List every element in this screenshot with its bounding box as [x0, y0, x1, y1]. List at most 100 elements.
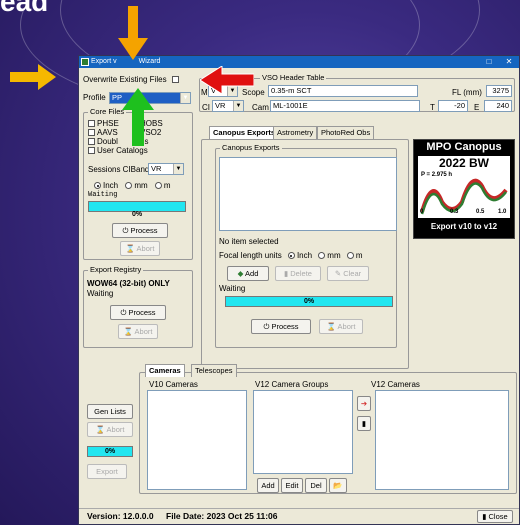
camera-add-button[interactable]: Add: [257, 478, 279, 493]
v12-cameras-list[interactable]: [375, 390, 509, 490]
t-label: T: [430, 103, 435, 112]
fl-field[interactable]: 3275: [486, 85, 512, 97]
core-progress-text: 0%: [132, 211, 143, 218]
clear-icon: ✎: [334, 269, 342, 278]
logo-tick: 1.0: [498, 209, 507, 215]
overwrite-label: Overwrite Existing Files: [83, 75, 167, 84]
tab-astrometry[interactable]: Astrometry: [273, 126, 318, 139]
trash-icon[interactable]: ▮: [357, 416, 371, 431]
version-text: Version: 12.0.0.0: [87, 511, 154, 521]
sessions-value: VR: [151, 164, 162, 173]
export-registry-group: Export Registry WOW64 (32-bit) ONLY Wait…: [83, 265, 193, 348]
cam-label: Cam: [252, 103, 269, 112]
overwrite-existing-files-checkbox[interactable]: Overwrite Existing Files: [83, 75, 181, 84]
red-arrow-left-icon: [200, 66, 254, 94]
maximize-icon[interactable]: □: [481, 56, 497, 68]
camera-edit-button[interactable]: Edit: [281, 478, 303, 493]
canopus-abort-button[interactable]: ⌛ Abort: [319, 319, 363, 334]
unit-radio-group[interactable]: Inch mm m: [94, 181, 171, 190]
orange-arrow-down-icon: [118, 6, 148, 60]
v10-cameras-label: V10 Cameras: [149, 380, 198, 389]
registry-status: Waiting: [87, 289, 114, 298]
core-process-button[interactable]: ⏻ Process: [112, 223, 168, 238]
core-abort-button[interactable]: ⌛ Abort: [120, 241, 160, 256]
v10-cameras-list[interactable]: [147, 390, 247, 490]
canopus-exports-list[interactable]: [219, 157, 397, 231]
tab-telescopes[interactable]: Telescopes: [191, 364, 237, 377]
overwrite-check-box[interactable]: [171, 76, 179, 84]
add-icon: ◆: [237, 269, 244, 278]
abort-icon: ⌛: [326, 322, 336, 331]
process-icon: ⏻: [263, 322, 270, 331]
move-right-arrow-icon[interactable]: ➔: [357, 396, 371, 411]
canopus-delete-button[interactable]: ▮ Delete: [275, 266, 321, 281]
trash-icon: ▮: [284, 269, 289, 278]
core-status: Waiting: [88, 191, 118, 199]
close-button[interactable]: ▮ Close: [477, 510, 513, 523]
logo-tick: 0: [420, 209, 424, 215]
no-item-selected-text: No item selected: [219, 237, 279, 246]
focal-length-units[interactable]: Focal length units Inch mm m: [219, 251, 363, 260]
canopus-add-button[interactable]: ◆ Add: [227, 266, 269, 281]
abort-icon: ⌛: [125, 244, 135, 253]
ci-label: CI: [202, 103, 210, 112]
core-file-item[interactable]: User Catalogs: [88, 146, 148, 155]
cam-field[interactable]: ML-1001E: [270, 100, 420, 112]
chevron-down-icon: ▼: [173, 164, 183, 174]
registry-process-button[interactable]: ⏻ Process: [110, 305, 166, 320]
mpo-canopus-logo: MPO Canopus 2022 BW P = 2.975 h 0 0.3 0.…: [413, 139, 515, 239]
logo-footer: Export v10 to v12: [430, 222, 498, 231]
canopus-process-button[interactable]: ⏻ Process: [251, 319, 311, 334]
camera-del-button[interactable]: Del: [305, 478, 327, 493]
tab-photored-obs[interactable]: PhotoRed Obs: [317, 126, 375, 139]
t-field[interactable]: -20: [438, 100, 468, 112]
status-bar: Version: 12.0.0.0 File Date: 2023 Oct 25…: [79, 508, 519, 524]
lightcurve-plot: 2022 BW P = 2.975 h 0 0.3 0.5 1.0: [418, 156, 510, 218]
core-file-item[interactable]: PHSE: [88, 119, 119, 128]
tab-cameras[interactable]: Cameras: [145, 364, 185, 377]
file-date-text: File Date: 2023 Oct 25 11:06: [166, 511, 278, 521]
v12-camera-groups-label: V12 Camera Groups: [255, 380, 329, 389]
left-progress-bar: 0%: [87, 446, 133, 457]
canopus-progress-text: 0%: [303, 298, 315, 305]
fl-label: FL (mm): [452, 88, 482, 97]
v12-camera-groups-list[interactable]: [253, 390, 353, 474]
registry-wow64-text: WOW64 (32-bit) ONLY: [87, 279, 170, 288]
scope-field[interactable]: 0.35-m SCT: [268, 85, 418, 97]
core-file-item[interactable]: AAVS: [88, 128, 118, 137]
canopus-clear-button[interactable]: ✎ Clear: [327, 266, 369, 281]
logo-tick: 0.5: [476, 209, 485, 215]
profile-value: PP: [112, 93, 123, 102]
gen-lists-button[interactable]: Gen Lists: [87, 404, 133, 419]
core-file-item[interactable]: Doubl: [88, 137, 118, 146]
e-label: E: [474, 103, 480, 112]
left-progress-text: 0%: [104, 448, 116, 455]
sessions-label: Sessions CIBand: [88, 165, 150, 174]
window-title-left: Export v: [91, 58, 117, 65]
profile-label: Profile: [83, 93, 106, 102]
tab-canopus-exports[interactable]: Canopus Exports: [209, 126, 280, 139]
core-files-legend: Core Files: [88, 107, 127, 116]
registry-abort-button[interactable]: ⌛ Abort: [118, 324, 158, 339]
abort-icon: ⌛: [123, 327, 133, 336]
slide-title: ead: [0, 0, 49, 17]
canopus-progress-bar: 0%: [225, 296, 393, 307]
export-registry-legend: Export Registry: [88, 265, 144, 274]
folder-open-icon[interactable]: 📂: [329, 478, 347, 493]
vso-header-legend: VSO Header Table: [260, 73, 327, 82]
ci-select[interactable]: VR ▼: [212, 100, 244, 112]
yellow-arrow-right-icon: [10, 64, 56, 90]
left-abort-button[interactable]: ⌛ Abort: [87, 422, 133, 437]
e-field[interactable]: 240: [484, 100, 512, 112]
canopus-status: Waiting: [219, 284, 246, 293]
sessions-band-select[interactable]: VR ▼: [148, 163, 184, 175]
abort-icon: ⌛: [95, 425, 105, 434]
close-icon[interactable]: ✕: [501, 56, 517, 68]
export-button[interactable]: Export: [87, 464, 127, 479]
app-icon: [81, 58, 89, 66]
logo-tick: 0.3: [450, 209, 459, 215]
logo-title: MPO Canopus: [426, 141, 502, 153]
process-icon: ⏻: [122, 226, 129, 235]
door-icon: ▮: [482, 512, 487, 521]
chevron-down-icon: ▼: [233, 101, 243, 111]
